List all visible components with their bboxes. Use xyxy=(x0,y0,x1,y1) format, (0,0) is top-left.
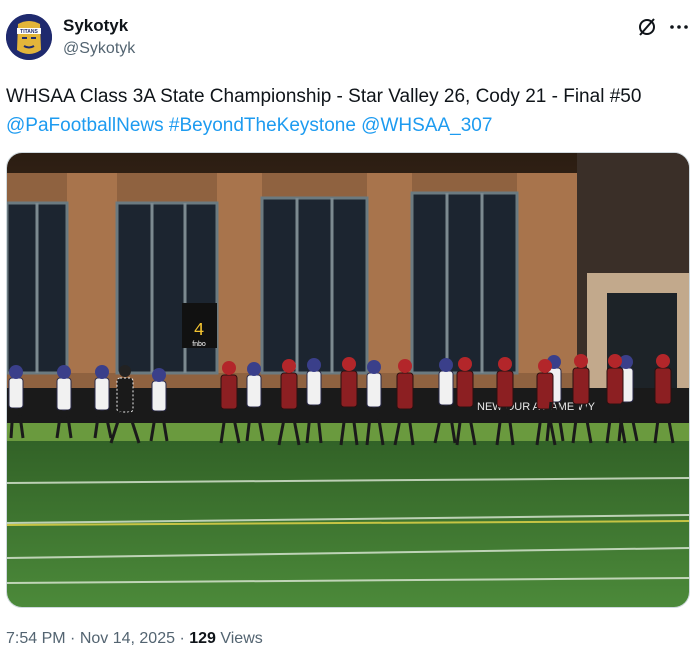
author-handle[interactable]: @Sykotyk xyxy=(63,40,135,58)
tribe-logo-avatar-icon: TITANS xyxy=(6,14,52,60)
author-avatar[interactable]: TITANS xyxy=(6,14,52,60)
tweet-date[interactable]: Nov 14, 2025 xyxy=(80,630,175,647)
meta-separator-2: · xyxy=(175,630,190,647)
mention-pafootballnews[interactable]: @PaFootballNews xyxy=(6,115,164,136)
football-field-photo-icon: 4 fnbo NEW OUR A NAME WY xyxy=(7,153,689,607)
avatar-logo-text: TITANS xyxy=(20,29,38,35)
tweet-text: WHSAA Class 3A State Championship - Star… xyxy=(6,82,686,140)
meta-separator: · xyxy=(65,630,80,647)
scoreboard-digit: 4 xyxy=(194,321,205,341)
tweet-meta: 7:54 PM · Nov 14, 2025 · 129 Views xyxy=(6,630,263,648)
tweet-header: TITANS Sykotyk @Sykotyk xyxy=(0,0,700,70)
tweet-time[interactable]: 7:54 PM xyxy=(6,630,66,647)
views-count[interactable]: 129 xyxy=(189,630,216,647)
hashtag-beyondthekeystone[interactable]: #BeyondTheKeystone xyxy=(169,115,356,136)
views-label: Views xyxy=(215,630,263,647)
more-dots-icon[interactable] xyxy=(668,16,690,38)
mention-whsaa-307[interactable]: @WHSAA_307 xyxy=(361,115,492,136)
scoreboard-brand: fnbo xyxy=(192,341,206,348)
author-display-name[interactable]: Sykotyk xyxy=(63,16,128,36)
tweet-body-text: WHSAA Class 3A State Championship - Star… xyxy=(6,86,642,107)
tweet-photo[interactable]: 4 fnbo NEW OUR A NAME WY xyxy=(6,152,690,608)
grok-slash-icon[interactable] xyxy=(636,16,658,38)
